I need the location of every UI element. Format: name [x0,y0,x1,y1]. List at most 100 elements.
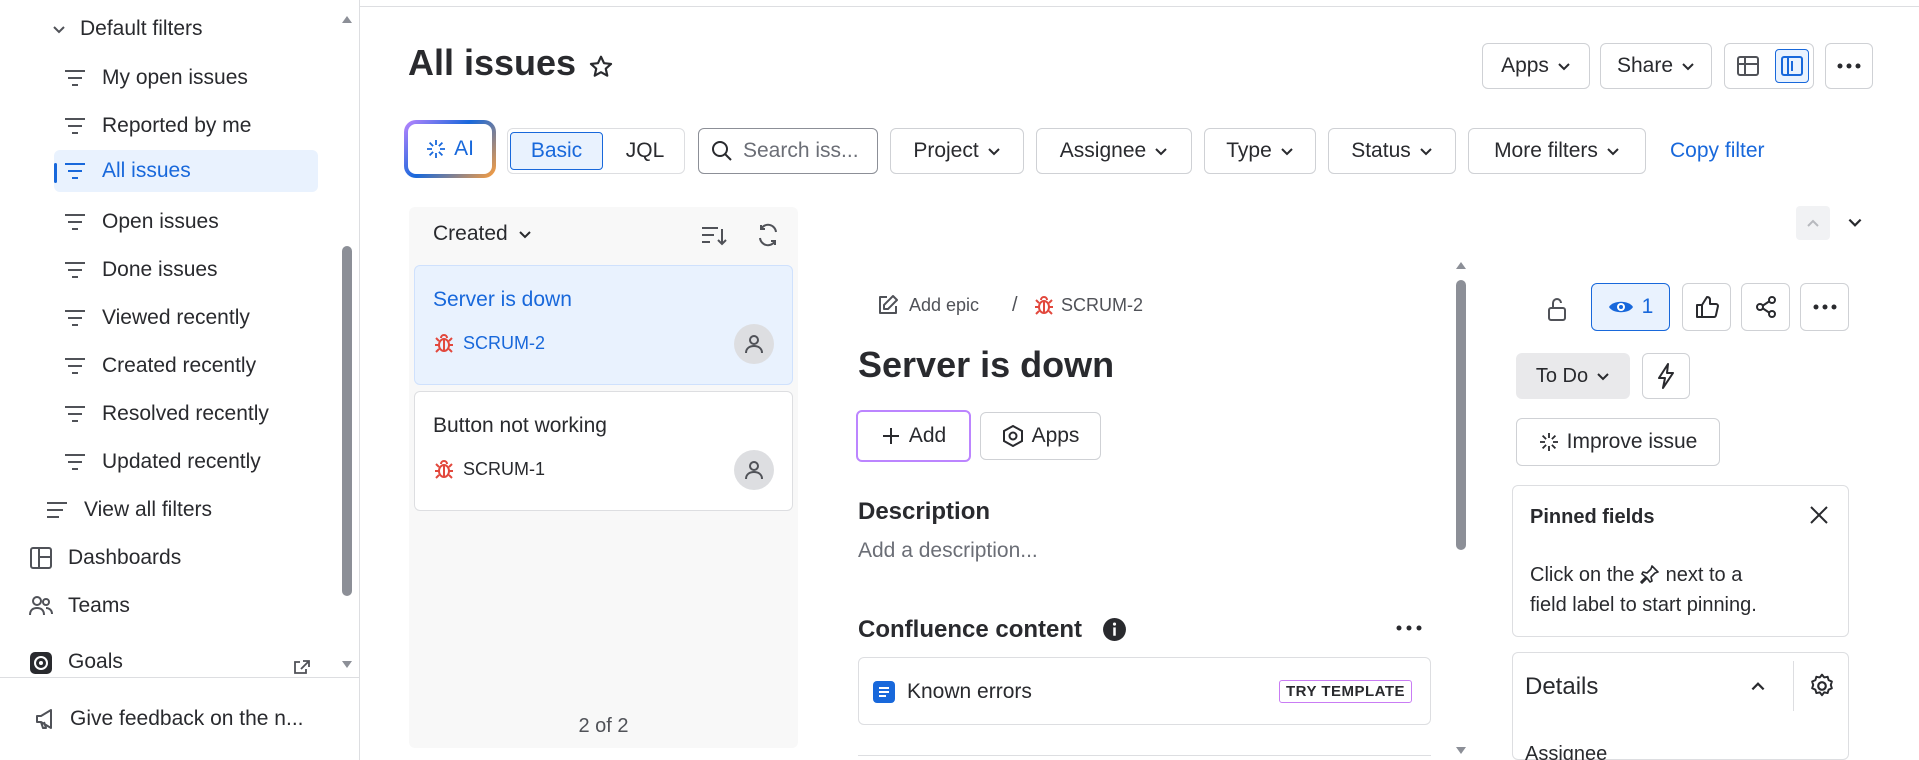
chevron-down-icon [987,148,1000,156]
share-button[interactable]: Share [1600,43,1712,89]
goals-icon [28,650,54,674]
sidebar-item-open-issues[interactable]: Open issues [62,201,219,243]
automation-button[interactable] [1642,353,1690,399]
info-icon[interactable] [1102,617,1127,642]
sidebar-item-done-issues[interactable]: Done issues [62,249,218,291]
chevron-down-icon [519,231,531,239]
dashboard-icon [28,545,54,571]
bug-icon [435,334,453,353]
share-issue-button[interactable] [1741,283,1790,331]
share-label: Share [1616,54,1674,77]
chevron-down-icon [1281,148,1293,156]
assignee-filter[interactable]: Assignee [1036,128,1192,174]
sidebar-item-goals[interactable]: Goals [28,650,123,674]
try-template-badge[interactable]: TRY TEMPLATE [1279,680,1413,703]
sidebar-item-dashboards[interactable]: Dashboards [28,537,181,579]
type-filter[interactable]: Type [1204,128,1316,174]
sort-order-icon[interactable] [701,225,727,247]
status-filter[interactable]: Status [1328,128,1456,174]
sidebar-item-updated-recently[interactable]: Updated recently [62,441,261,483]
sidebar-scrollbar-thumb[interactable] [342,246,352,596]
sidebar-item-all-issues[interactable]: All issues [54,150,318,192]
sidebar: Default filters My open issues Reported … [0,0,360,760]
apps-menu-button[interactable]: Apps [1482,43,1590,89]
pinned-fields-title: Pinned fields [1530,506,1655,528]
issue-card-key: SCRUM-2 [433,332,545,354]
active-indicator [54,163,57,183]
chevron-up-icon[interactable] [1749,677,1767,695]
sidebar-item-view-all-filters[interactable]: View all filters [44,489,212,531]
more-filters-button[interactable]: More filters [1468,128,1646,174]
more-actions-button[interactable] [1825,43,1873,89]
confluence-more-icon[interactable] [1396,625,1422,631]
breadcrumb-issue-key[interactable]: SCRUM-2 [1033,294,1143,316]
sidebar-item-reported-by-me[interactable]: Reported by me [62,105,251,147]
details-divider [1793,661,1794,711]
sort-dropdown[interactable]: Created [433,222,532,246]
chevron-down-icon[interactable] [1846,214,1864,232]
issue-apps-button[interactable]: Apps [980,412,1101,460]
sidebar-item-label: Teams [68,594,130,617]
status-dropdown[interactable]: To Do [1516,353,1630,399]
sidebar-item-resolved-recently[interactable]: Resolved recently [62,393,269,435]
default-filters-toggle[interactable]: Default filters [48,8,203,50]
sidebar-item-viewed-recently[interactable]: Viewed recently [62,297,250,339]
add-epic-link[interactable]: Add epic [877,294,979,316]
search-issues-field[interactable] [698,128,878,174]
edit-icon [879,295,898,314]
issue-card[interactable]: Button not working SCRUM-1 [414,391,793,511]
detail-view-icon[interactable] [1775,49,1809,83]
ai-sparkle-icon [427,140,446,158]
description-field[interactable]: Add a description... [858,539,1038,563]
sidebar-item-label: Resolved recently [102,402,269,425]
status-filter-label: Status [1351,139,1411,162]
thumbs-up-icon [1695,296,1719,318]
sidebar-item-teams[interactable]: Teams [28,585,130,627]
external-link-icon [294,660,310,674]
sidebar-item-my-open-issues[interactable]: My open issues [62,57,248,99]
sidebar-item-label: Done issues [102,258,218,281]
more-filters-label: More filters [1494,139,1598,162]
refresh-icon[interactable] [756,223,780,247]
watch-button[interactable]: 1 [1591,283,1670,331]
project-filter[interactable]: Project [890,128,1024,174]
sidebar-item-created-recently[interactable]: Created recently [62,345,256,387]
avatar [734,450,774,490]
chevron-up-icon[interactable] [1796,206,1830,240]
confluence-heading: Confluence content [858,616,1083,643]
breadcrumb-key-label: SCRUM-2 [1061,294,1144,315]
gear-icon[interactable] [1809,673,1835,699]
page-title: All issues [408,42,577,83]
search-icon [712,141,732,161]
filter-list-icon [44,497,70,523]
search-input[interactable] [743,139,873,163]
close-icon[interactable] [1808,504,1830,526]
sidebar-item-label: Updated recently [102,450,261,473]
issue-more-button[interactable] [1800,283,1849,331]
basic-mode-button[interactable]: Basic [510,132,603,170]
ai-label: AI [454,137,474,160]
plus-icon [882,428,899,444]
detail-scrollbar[interactable] [1454,258,1468,758]
filter-icon [62,158,88,184]
give-feedback-button[interactable]: Give feedback on the n... [34,698,303,740]
improve-issue-button[interactable]: Improve issue [1516,418,1720,466]
ai-search-button[interactable]: AI [404,120,496,178]
vote-button[interactable] [1682,283,1731,331]
share-icon [1755,296,1776,318]
detail-scrollbar-thumb[interactable] [1456,280,1466,550]
unlock-icon[interactable] [1540,292,1574,326]
sidebar-item-label: Created recently [102,354,257,377]
list-view-icon[interactable] [1733,51,1763,81]
add-button[interactable]: Add [856,410,971,462]
filter-icon [62,113,88,139]
jql-mode-button[interactable]: JQL [608,132,682,170]
confluence-item[interactable]: Known errors TRY TEMPLATE [858,657,1431,725]
sidebar-item-label: Reported by me [102,114,252,137]
issue-card[interactable]: Server is down SCRUM-2 [414,265,793,385]
chevron-down-icon [1155,148,1167,156]
copy-filter-link[interactable]: Copy filter [1670,139,1765,163]
star-icon[interactable] [588,54,614,80]
issue-title[interactable]: Server is down [858,344,1114,386]
watch-count: 1 [1641,295,1654,318]
